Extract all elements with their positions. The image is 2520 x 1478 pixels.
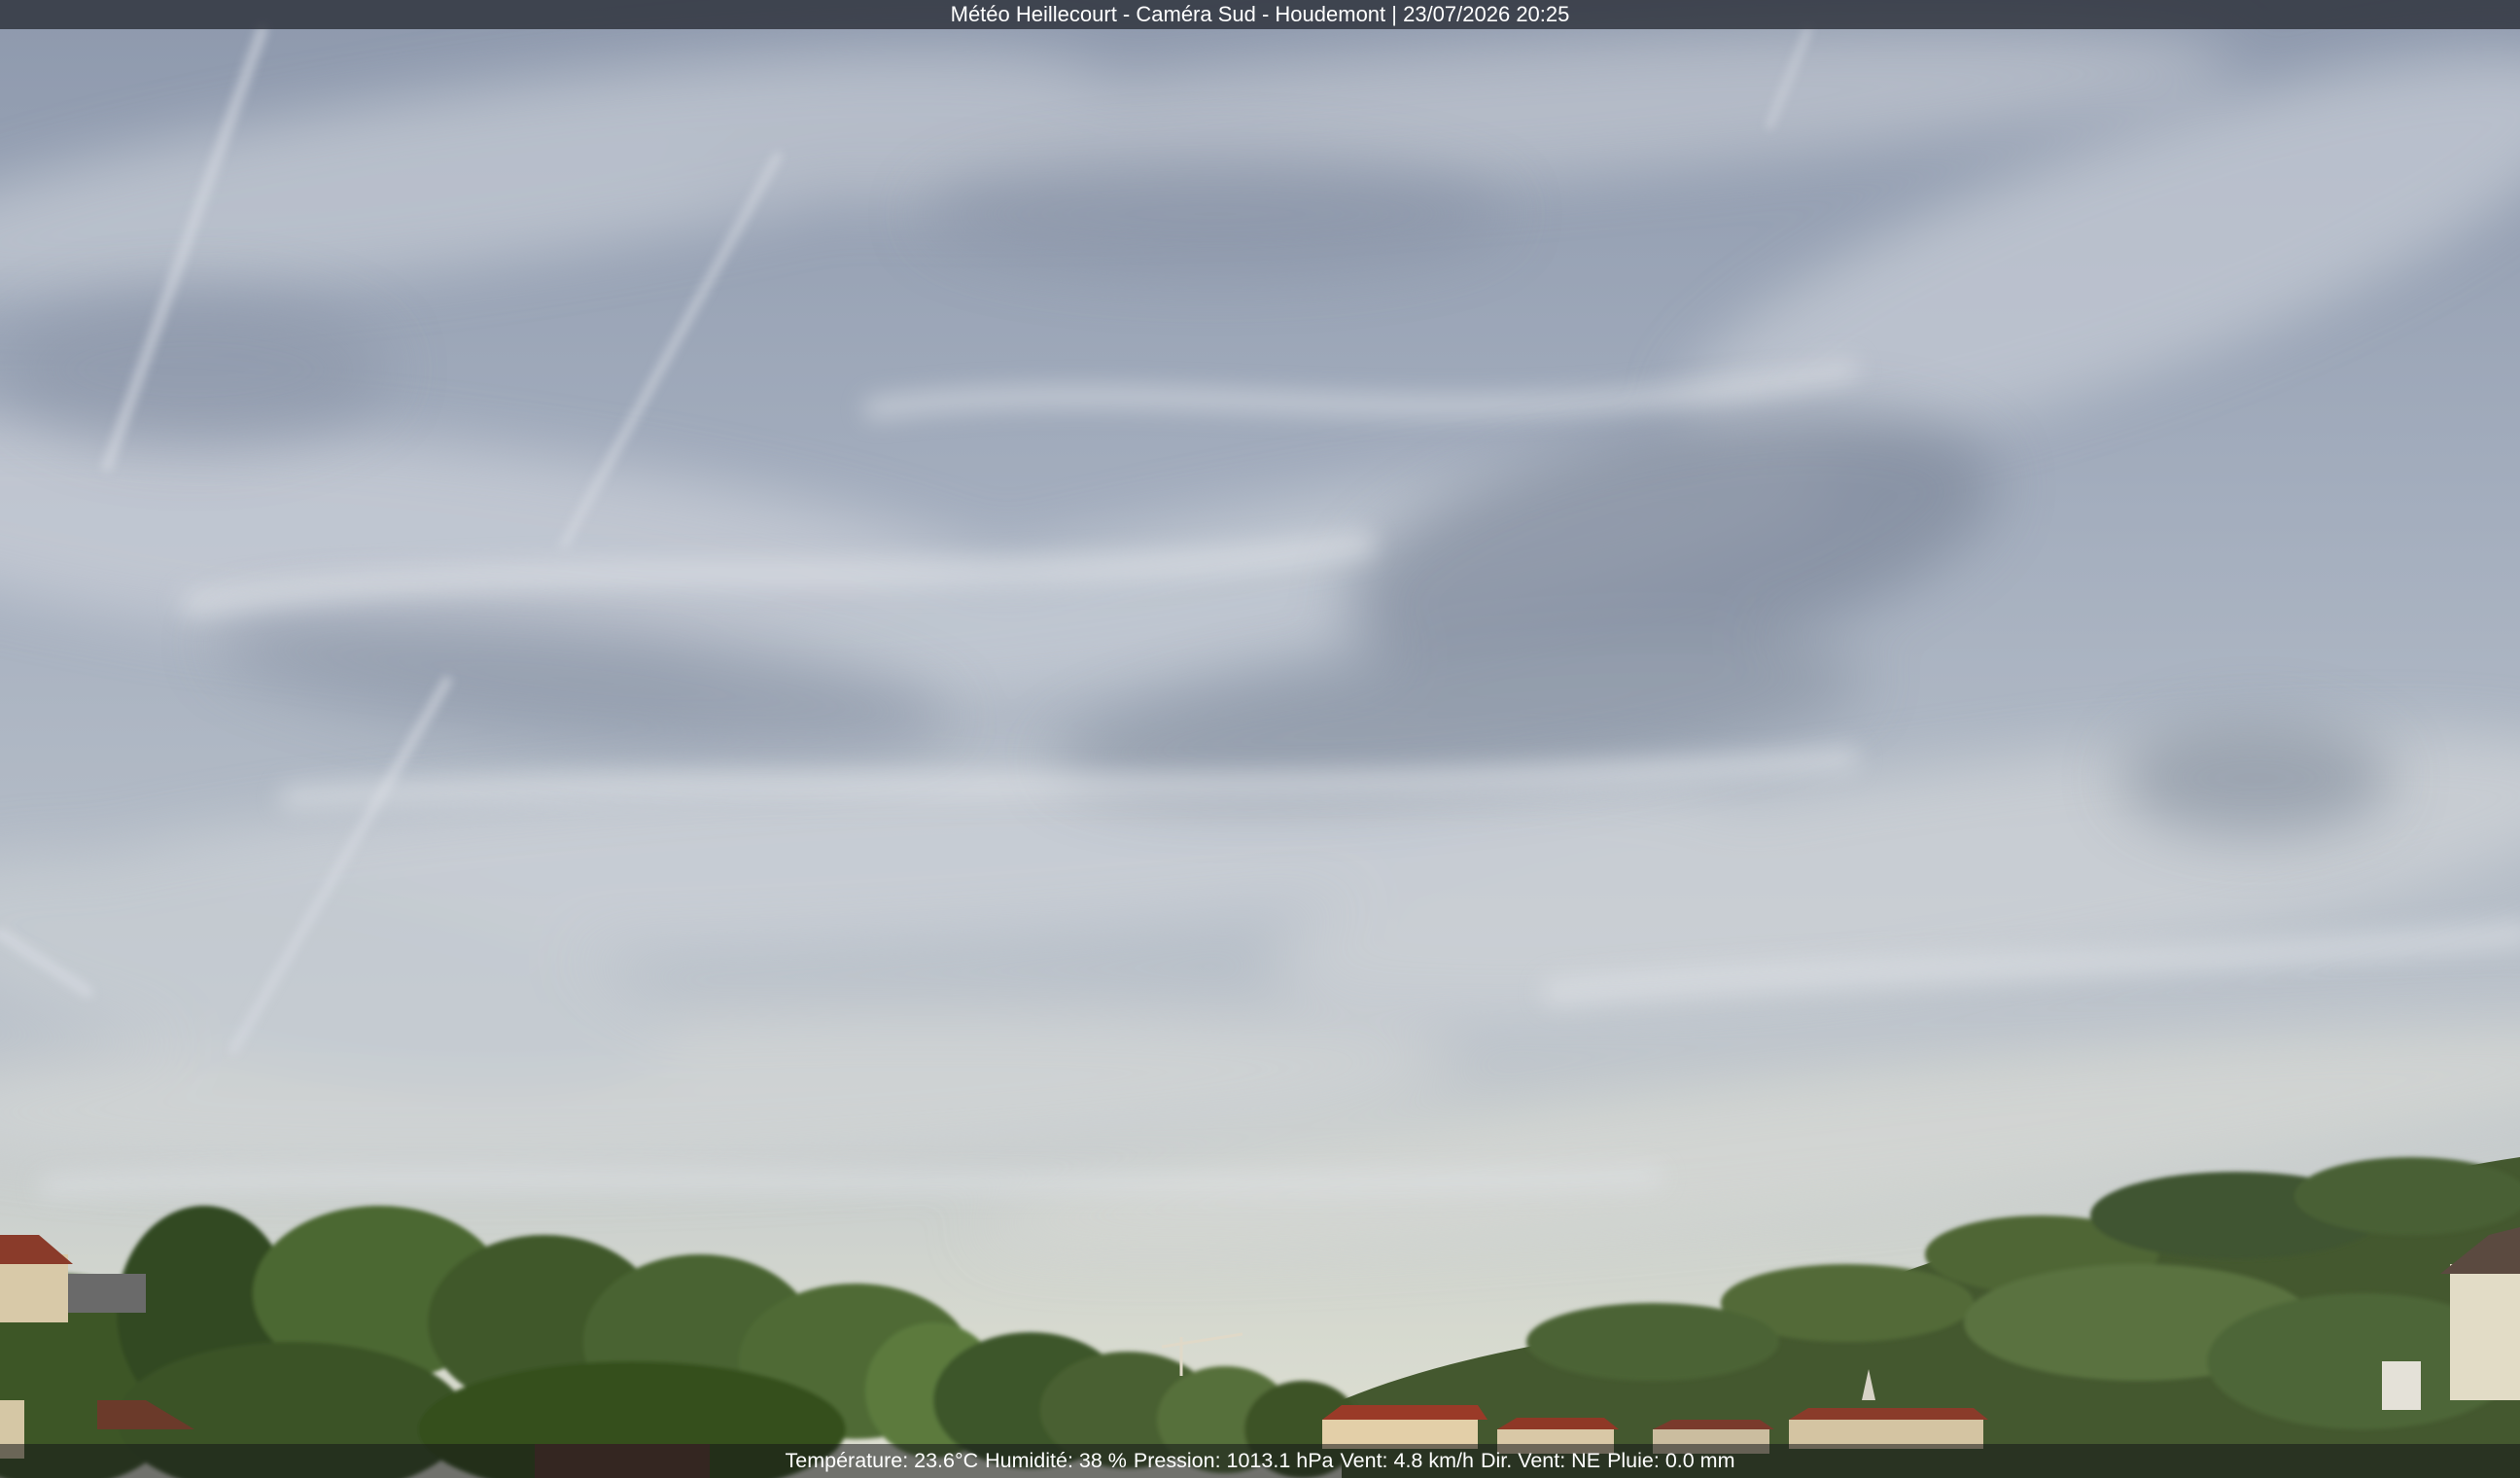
- wind-direction-readout: Dir. Vent: NE: [1480, 1449, 1601, 1472]
- pressure-readout: Pression: 1013.1 hPa: [1133, 1449, 1334, 1472]
- humidity-readout: Humidité: 38 %: [985, 1449, 1127, 1472]
- weather-info-bar: Température: 23.6°C Humidité: 38 % Press…: [0, 1444, 2520, 1478]
- sky-landscape-scene: [0, 0, 2520, 1478]
- webcam-image: Météo Heillecourt - Caméra Sud - Houdemo…: [0, 0, 2520, 1478]
- camera-title-bar: Météo Heillecourt - Caméra Sud - Houdemo…: [0, 0, 2520, 29]
- camera-title: Météo Heillecourt - Caméra Sud - Houdemo…: [950, 2, 1570, 26]
- rain-readout: Pluie: 0.0 mm: [1607, 1449, 1735, 1472]
- temperature-readout: Température: 23.6°C: [785, 1449, 979, 1472]
- wind-speed-readout: Vent: 4.8 km/h: [1340, 1449, 1474, 1472]
